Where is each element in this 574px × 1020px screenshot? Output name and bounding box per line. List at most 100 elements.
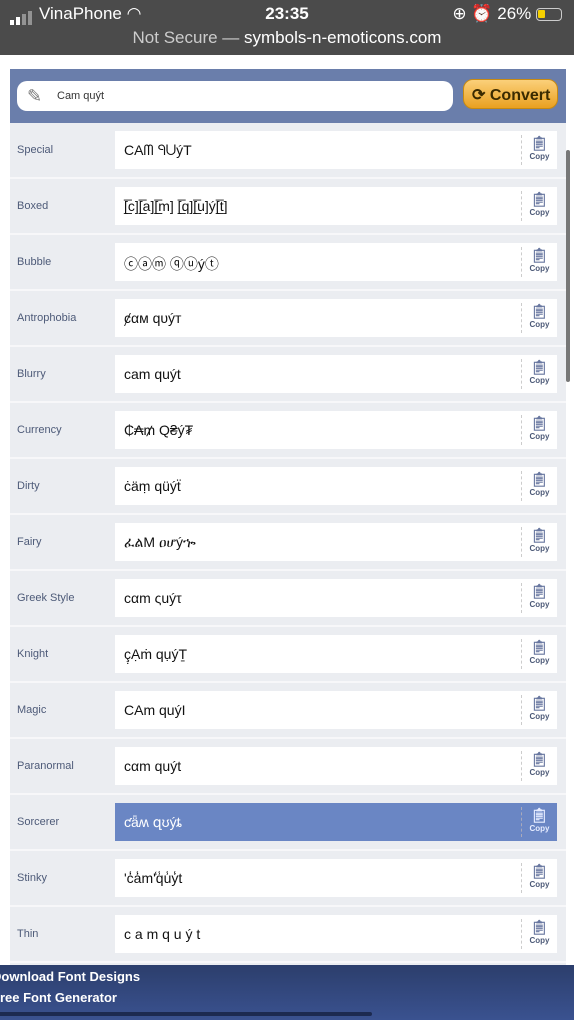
font-row: Magic CAm quýI 📋︎ Copy [10,683,566,739]
font-style-label: Magic [17,704,47,716]
font-output-field[interactable]: 'ċ̾ȧ̾m'̾q̾u̾ẏ̾t 📋︎ Copy [115,859,557,897]
input-value: Cam quýt [57,90,105,102]
font-row: Bubble ⓒⓐⓜ ⓠⓤýⓣ 📋︎ Copy [10,235,566,291]
font-row: Special CAᗰ ᑫᑌýT 📋︎ Copy [10,123,566,179]
font-output-field[interactable]: [̲̅c][̲̅a][̲̅m] [̲̅q][̲̅u]ý[̲̅t] 📋︎ Copy [115,187,557,225]
security-label: Not Secure — [132,28,240,47]
text-input[interactable]: ✎ Cam quýt [17,81,453,111]
font-output-text: [̲̅c][̲̅a][̲̅m] [̲̅q][̲̅u]ý[̲̅t] [124,198,228,214]
font-output-text: ፈልM ዐሆýኈ [124,534,196,550]
font-output-field[interactable]: CAm quýI 📋︎ Copy [115,691,557,729]
copy-button[interactable]: 📋︎ Copy [521,359,557,389]
copy-button[interactable]: 📋︎ Copy [521,751,557,781]
font-style-label: Greek Style [17,592,75,604]
copy-label: Copy [529,880,550,889]
copy-button[interactable]: 📋︎ Copy [521,807,557,837]
font-output-field[interactable]: ȼαм qυýт 📋︎ Copy [115,299,557,337]
battery-icon [536,8,562,22]
font-output-text: ċäṃ qüýẗ [124,478,181,494]
font-style-label: Sorcerer [17,816,60,828]
address-bar[interactable]: Not Secure — symbols-n-emoticons.com [0,28,574,48]
font-row: Stinky 'ċ̾ȧ̾m'̾q̾u̾ẏ̾t 📋︎ Copy [10,851,566,907]
home-indicator [0,1012,372,1016]
font-output-field[interactable]: cam quýt 📋︎ Copy [115,355,557,393]
font-row: Blurry cam quýt 📋︎ Copy [10,347,566,403]
font-output-text: ⓒⓐⓜ ⓠⓤýⓣ [124,256,219,272]
convert-label: Convert [489,87,551,104]
copy-button[interactable]: 📋︎ Copy [521,695,557,725]
download-font-designs-link[interactable]: Download Font Designs [0,969,140,984]
copy-icon: 📋︎ [530,863,549,879]
copy-button[interactable]: 📋︎ Copy [521,583,557,613]
copy-button[interactable]: 📋︎ Copy [521,247,557,277]
font-output-field[interactable]: ç̣Ạṁ qụýṮ 📋︎ Copy [115,635,557,673]
font-style-label: Bubble [17,256,52,268]
font-style-label: Paranormal [17,760,74,772]
copy-button[interactable]: 📋︎ Copy [521,639,557,669]
free-font-generator-link[interactable]: Free Font Generator [0,990,117,1005]
font-output-field[interactable]: CAᗰ ᑫᑌýT 📋︎ Copy [115,131,557,169]
font-output-field[interactable]: ⓒⓐⓜ ⓠⓤýⓣ 📋︎ Copy [115,243,557,281]
convert-button[interactable]: ⟳ Convert [463,79,558,109]
font-style-label: Thin [17,928,39,940]
copy-icon: 📋︎ [530,303,549,319]
copy-label: Copy [529,488,550,497]
font-output-text: ƈǟʍ զʊýȶ [124,814,182,830]
font-output-field[interactable]: ₵₳₥ Q₴ý₮ 📋︎ Copy [115,411,557,449]
font-style-label: Currency [17,424,62,436]
copy-button[interactable]: 📋︎ Copy [521,471,557,501]
copy-button[interactable]: 📋︎ Copy [521,303,557,333]
copy-label: Copy [529,152,550,161]
copy-button[interactable]: 📋︎ Copy [521,863,557,893]
copy-icon: 📋︎ [530,583,549,599]
copy-icon: 📋︎ [530,471,549,487]
font-output-text: cαm ςuýτ [124,590,182,606]
font-output-text: CAm quýI [124,702,186,718]
copy-button[interactable]: 📋︎ Copy [521,191,557,221]
font-output-text: ȼαм qυýт [124,310,182,326]
copy-icon: 📋︎ [530,359,549,375]
copy-icon: 📋︎ [530,751,549,767]
copy-label: Copy [529,712,550,721]
copy-icon: 📋︎ [530,135,549,151]
copy-button[interactable]: 📋︎ Copy [521,527,557,557]
converter-header: ✎ Cam quýt ⟳ Convert [10,69,566,123]
copy-label: Copy [529,544,550,553]
refresh-icon: ⟳ [472,87,486,104]
font-row: Sorcerer ƈǟʍ զʊýȶ 📋︎ Copy [10,795,566,851]
copy-icon: 📋︎ [530,695,549,711]
scrollbar[interactable] [566,150,570,382]
copy-icon: 📋︎ [530,191,549,207]
font-output-text: cαm quýt [124,758,182,774]
font-output-text: ç̣Ạṁ qụýṮ [124,646,188,662]
font-style-label: Fairy [17,536,42,548]
font-style-label: Knight [17,648,49,660]
copy-label: Copy [529,432,550,441]
font-output-field[interactable]: ፈልM ዐሆýኈ 📋︎ Copy [115,523,557,561]
font-output-text: 'ċ̾ȧ̾m'̾q̾u̾ẏ̾t [124,870,183,886]
alarm-icon: ⏰ [471,4,493,23]
copy-label: Copy [529,600,550,609]
copy-label: Copy [529,936,550,945]
font-style-label: Boxed [17,200,49,212]
copy-label: Copy [529,208,550,217]
font-output-text: CAᗰ ᑫᑌýT [124,142,192,158]
font-row: Dirty ċäṃ qüýẗ 📋︎ Copy [10,459,566,515]
font-output-field[interactable]: cαm quýt 📋︎ Copy [115,747,557,785]
copy-button[interactable]: 📋︎ Copy [521,135,557,165]
font-row: Antrophobia ȼαм qυýт 📋︎ Copy [10,291,566,347]
font-output-field[interactable]: ƈǟʍ զʊýȶ 📋︎ Copy [115,803,557,841]
copy-label: Copy [529,656,550,665]
font-output-text: cam quýt [124,366,181,382]
font-style-label: Dirty [17,480,40,492]
pencil-icon: ✎ [27,86,43,106]
font-output-field[interactable]: ċäṃ qüýẗ 📋︎ Copy [115,467,557,505]
copy-button[interactable]: 📋︎ Copy [521,919,557,949]
font-output-field[interactable]: c a m q u ý t 📋︎ Copy [115,915,557,953]
font-style-label: Antrophobia [17,312,77,324]
font-row: Paranormal cαm quýt 📋︎ Copy [10,739,566,795]
font-output-field[interactable]: cαm ςuýτ 📋︎ Copy [115,579,557,617]
copy-button[interactable]: 📋︎ Copy [521,415,557,445]
rotation-lock-icon: ⊕ [452,4,467,23]
copy-label: Copy [529,768,550,777]
